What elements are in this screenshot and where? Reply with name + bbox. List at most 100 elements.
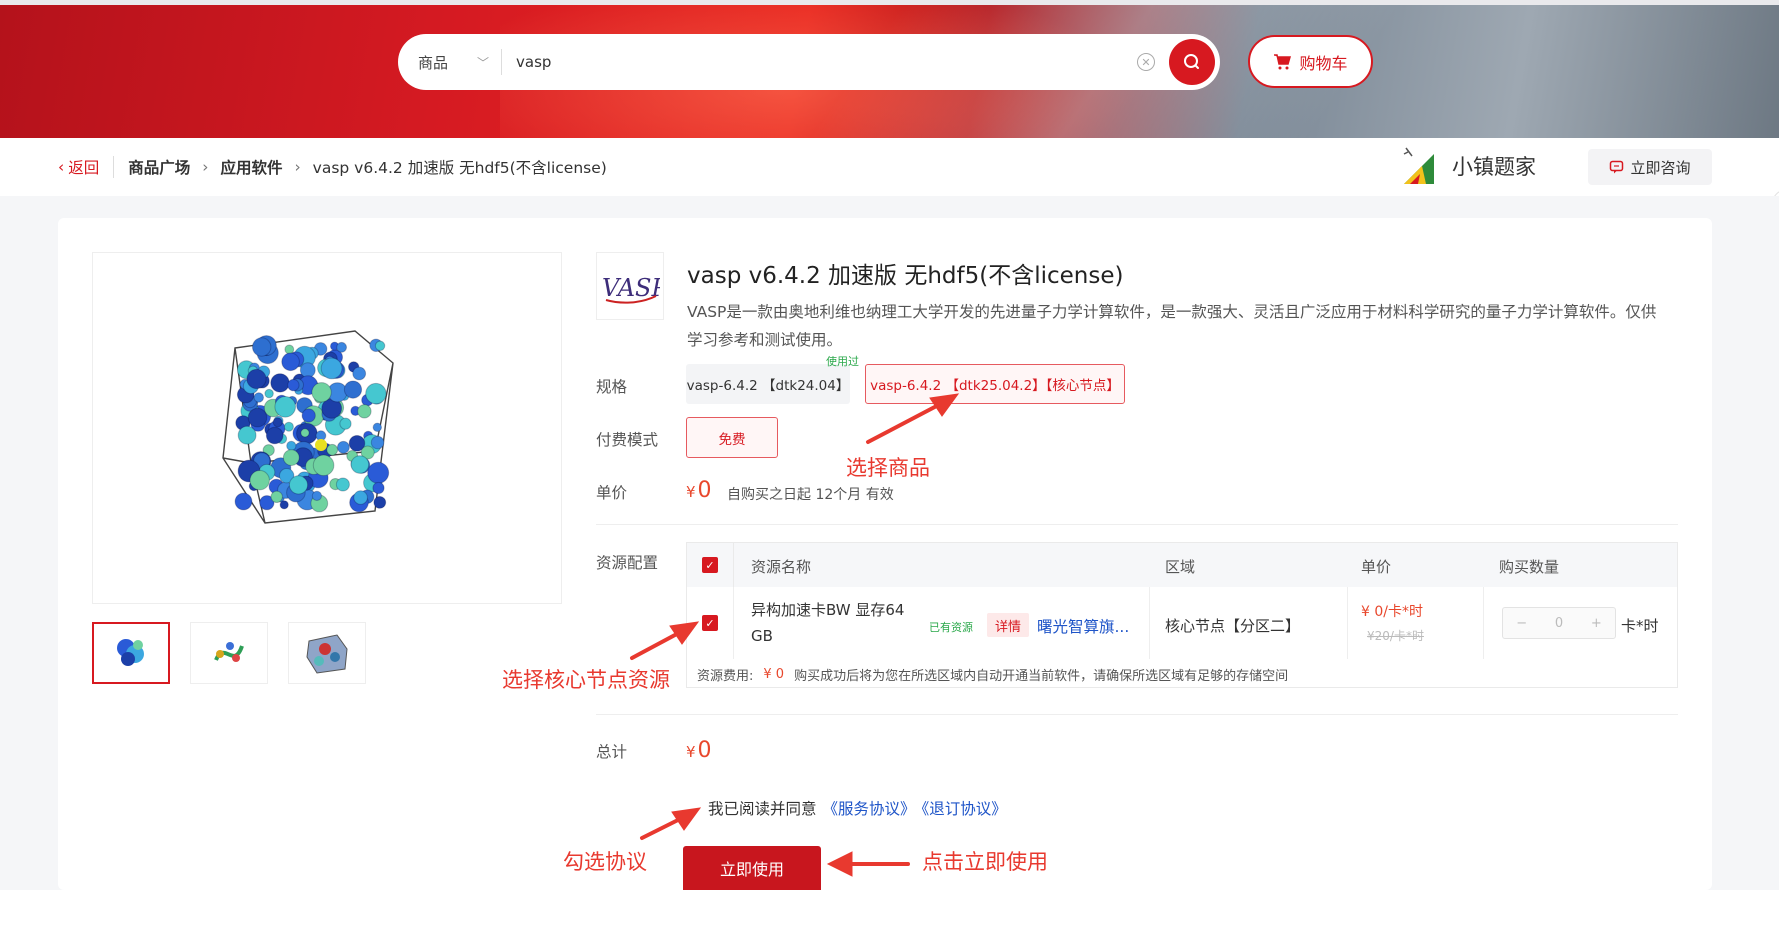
- breadcrumb: ‹ 返回 商品广场 › 应用软件 › vasp v6.4.2 加速版 无hdf5…: [58, 138, 607, 196]
- quantity-plus-button[interactable]: +: [1578, 616, 1615, 631]
- atom-sphere: [281, 352, 300, 372]
- atom-sphere: [320, 357, 343, 380]
- header-region: 区域: [1165, 558, 1196, 576]
- atom-sphere-highlight: [315, 439, 327, 451]
- search-category-label: 商品: [418, 53, 449, 72]
- back-link[interactable]: ‹ 返回: [58, 156, 115, 178]
- price-label: 单价: [596, 484, 628, 502]
- detail-tag[interactable]: 详情: [987, 613, 1030, 637]
- atom-sphere: [288, 475, 309, 495]
- molecule-thumbnail: [214, 642, 244, 662]
- product-title: vasp v6.4.2 加速版 无hdf5(不含license): [687, 263, 1124, 289]
- thumbnail-1[interactable]: [92, 622, 170, 684]
- search-button[interactable]: [1169, 39, 1215, 85]
- unsubscribe-agreement-link[interactable]: 《退订协议》: [922, 800, 1007, 818]
- header-quantity: 购买数量: [1499, 558, 1560, 576]
- annotation-click-use: 点击立即使用: [922, 850, 1048, 874]
- atom-sphere: [246, 368, 267, 390]
- atom-sphere: [249, 470, 270, 491]
- resource-checkbox[interactable]: ✓: [702, 615, 718, 631]
- total-price: ¥ 0: [686, 738, 712, 763]
- agreement-row: 我已阅读并同意 《服务协议》 《退订协议》: [708, 797, 1007, 819]
- atom-sphere: [336, 341, 348, 353]
- atom-sphere: [272, 417, 283, 428]
- pay-mode-free[interactable]: 免费: [686, 417, 778, 458]
- quantity-stepper[interactable]: − 0 +: [1502, 607, 1616, 639]
- chevron-right-icon: ›: [294, 158, 301, 176]
- atom-sphere: [372, 481, 385, 495]
- table-row: ✓ 异构加速卡BW 显存64 GB 已有资源 详情 曙光智算旗... 核心节点【…: [687, 587, 1677, 659]
- annotation-check-agreement: 勾选协议: [563, 850, 647, 874]
- atom-sphere: [286, 440, 297, 451]
- consult-button[interactable]: 立即咨询: [1588, 149, 1712, 185]
- atom-sphere: [283, 421, 294, 432]
- chevron-right-icon: ›: [202, 158, 209, 176]
- cart-icon: [1274, 53, 1292, 69]
- resource-name: 异构加速卡BW 显存64 GB: [751, 597, 904, 649]
- atom-sphere: [335, 477, 350, 492]
- atom-sphere: [301, 408, 316, 423]
- use-now-button[interactable]: 立即使用: [683, 846, 821, 890]
- resource-table: ✓ 资源名称 区域 单价 购买数量 ✓ 异构加速卡BW 显存64 GB 已有资源…: [686, 542, 1678, 688]
- resource-fee-amount: ¥ 0: [763, 666, 785, 682]
- quantity-value[interactable]: 0: [1540, 616, 1577, 631]
- column-divider: [733, 543, 734, 587]
- atom-sphere: [350, 455, 370, 474]
- chat-icon: [1610, 160, 1624, 173]
- quantity-minus-button[interactable]: −: [1503, 616, 1540, 631]
- atom-sphere: [274, 396, 296, 418]
- column-divider: [733, 587, 734, 659]
- search-category-select[interactable]: 商品 ﹀: [398, 49, 502, 75]
- unit-price: ¥ 0: [686, 478, 712, 503]
- breadcrumb-item-market[interactable]: 商品广场: [128, 156, 190, 178]
- atom-sphere: [357, 404, 372, 419]
- chevron-left-icon: ‹: [58, 158, 65, 176]
- atom-sphere: [287, 378, 300, 392]
- atom-sphere: [282, 449, 300, 467]
- atom-sphere: [352, 366, 367, 381]
- atom-sphere: [343, 380, 363, 399]
- spec-used-tag: 使用过: [826, 355, 859, 368]
- atom-sphere: [365, 382, 387, 405]
- product-main-image: [92, 252, 562, 604]
- browser-top-strip: [0, 0, 1779, 5]
- thumbnail-2[interactable]: [190, 622, 268, 684]
- spec-option-dtk25042[interactable]: vasp-6.4.2 【dtk25.04.2】【核心节点】: [865, 364, 1125, 404]
- atom-sphere: [370, 435, 385, 450]
- atom-sphere: [373, 496, 387, 509]
- store-brand[interactable]: 小镇题家: [1400, 146, 1536, 186]
- vasp-logo-icon: VASP: [602, 274, 660, 304]
- clear-icon[interactable]: ✕: [1137, 53, 1155, 71]
- annotation-select-node: 选择核心节点资源: [502, 668, 670, 692]
- atom-cluster-thumbnail: [117, 639, 144, 666]
- currency-symbol: ¥: [686, 743, 696, 761]
- select-all-checkbox[interactable]: ✓: [702, 557, 718, 573]
- agreement-text[interactable]: 我已阅读并同意: [708, 800, 817, 818]
- vendor-link[interactable]: 曙光智算旗...: [1037, 615, 1129, 637]
- pay-mode-label: 付费模式: [596, 431, 659, 449]
- resource-fee-note: 购买成功后将为您在所选区域内自动开通当前软件，请确保所选区域有足够的存储空间: [794, 668, 1289, 684]
- atom-sphere: [265, 426, 284, 445]
- store-logo-icon: [1403, 147, 1434, 184]
- thumbnail-3[interactable]: [288, 622, 366, 684]
- breadcrumb-item-software[interactable]: 应用软件: [220, 156, 282, 178]
- search-input[interactable]: [502, 42, 1137, 82]
- atom-sphere: [270, 373, 290, 393]
- atom-sphere: [300, 428, 310, 438]
- column-divider: [1149, 587, 1150, 659]
- atom-sphere: [326, 443, 339, 456]
- annotation-select-product: 选择商品: [846, 456, 930, 480]
- service-agreement-link[interactable]: 《服务协议》: [823, 800, 916, 818]
- cart-button[interactable]: 购物车: [1248, 35, 1373, 88]
- currency-symbol: ¥: [686, 483, 696, 501]
- atom-sphere: [252, 337, 272, 357]
- atom-sphere: [247, 407, 268, 428]
- atom-sphere: [237, 425, 257, 445]
- spec-option-dtk2404[interactable]: vasp-6.4.2 【dtk24.04】: [686, 364, 850, 404]
- back-label: 返回: [68, 159, 100, 177]
- total-label: 总计: [596, 743, 628, 761]
- atom-sphere: [372, 422, 382, 433]
- chevron-down-icon: ﹀: [476, 55, 489, 70]
- spec-label: 规格: [596, 378, 628, 396]
- search-icon: [1184, 54, 1199, 69]
